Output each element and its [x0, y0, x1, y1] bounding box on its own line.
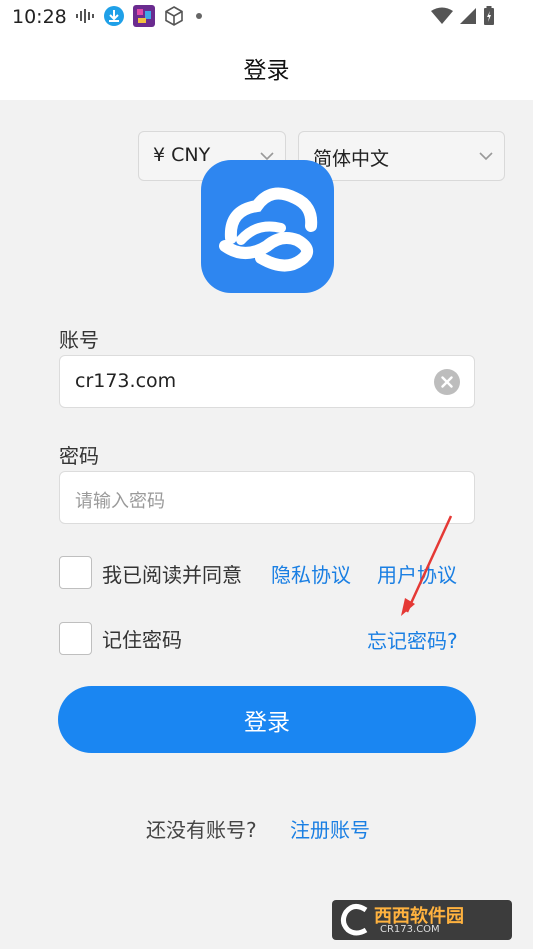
annotation-arrow-icon	[401, 515, 453, 616]
download-icon	[104, 6, 124, 26]
agree-checkbox[interactable]	[59, 556, 92, 589]
close-icon	[441, 376, 453, 388]
clear-input-button[interactable]	[434, 369, 460, 395]
page-title: 登录	[243, 58, 290, 84]
app-logo	[201, 160, 334, 293]
cube-icon	[165, 6, 183, 26]
account-label: 账号	[59, 328, 99, 352]
dot-icon	[196, 13, 202, 19]
forgot-password-link[interactable]: 忘记密码?	[367, 625, 458, 654]
watermark-url: CR173.COM	[380, 924, 440, 935]
status-bar: 10:28	[0, 0, 533, 36]
password-label: 密码	[59, 444, 99, 468]
no-account-text: 还没有账号?	[146, 818, 257, 842]
system-icons	[431, 6, 495, 26]
signal-icon	[460, 8, 476, 24]
account-input[interactable]: cr173.com	[59, 355, 475, 408]
battery-icon	[484, 6, 494, 25]
remember-password-label: 记住密码	[102, 628, 182, 652]
notification-icons	[75, 5, 205, 27]
password-placeholder: 请输入密码	[75, 491, 165, 512]
app-bar: 登录	[0, 36, 533, 100]
status-time: 10:28	[12, 6, 67, 28]
watermark-logo: 西西软件园 CR173.COM	[332, 900, 512, 940]
remember-password-checkbox[interactable]	[59, 622, 92, 655]
account-value: cr173.com	[75, 370, 177, 392]
cloud-logo-icon	[219, 187, 318, 272]
wifi-icon	[431, 7, 453, 24]
agree-text: 我已阅读并同意	[102, 563, 242, 587]
game-app-icon	[133, 5, 155, 27]
register-link[interactable]: 注册账号	[290, 814, 370, 843]
audio-wave-icon	[76, 9, 94, 23]
chevron-down-icon	[479, 152, 493, 161]
watermark-c-icon	[340, 904, 368, 936]
login-button[interactable]: 登录	[58, 686, 476, 753]
privacy-policy-link[interactable]: 隐私协议	[271, 559, 351, 588]
